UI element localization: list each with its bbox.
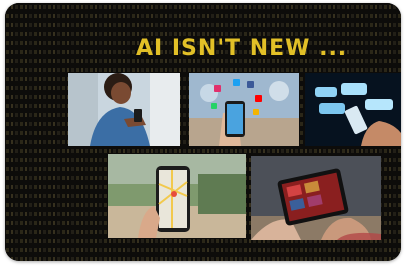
- smartphone-social-media-icons-photo: [189, 73, 299, 146]
- chat-bubbles-phone-photo: [305, 73, 401, 146]
- woman-using-smartphone-photo: [68, 73, 180, 146]
- tablet-streaming-photo: [251, 156, 381, 240]
- hand-holding-phone-map-photo: [108, 154, 246, 238]
- slide-headline: AI ISN'T NEW ...: [136, 36, 348, 61]
